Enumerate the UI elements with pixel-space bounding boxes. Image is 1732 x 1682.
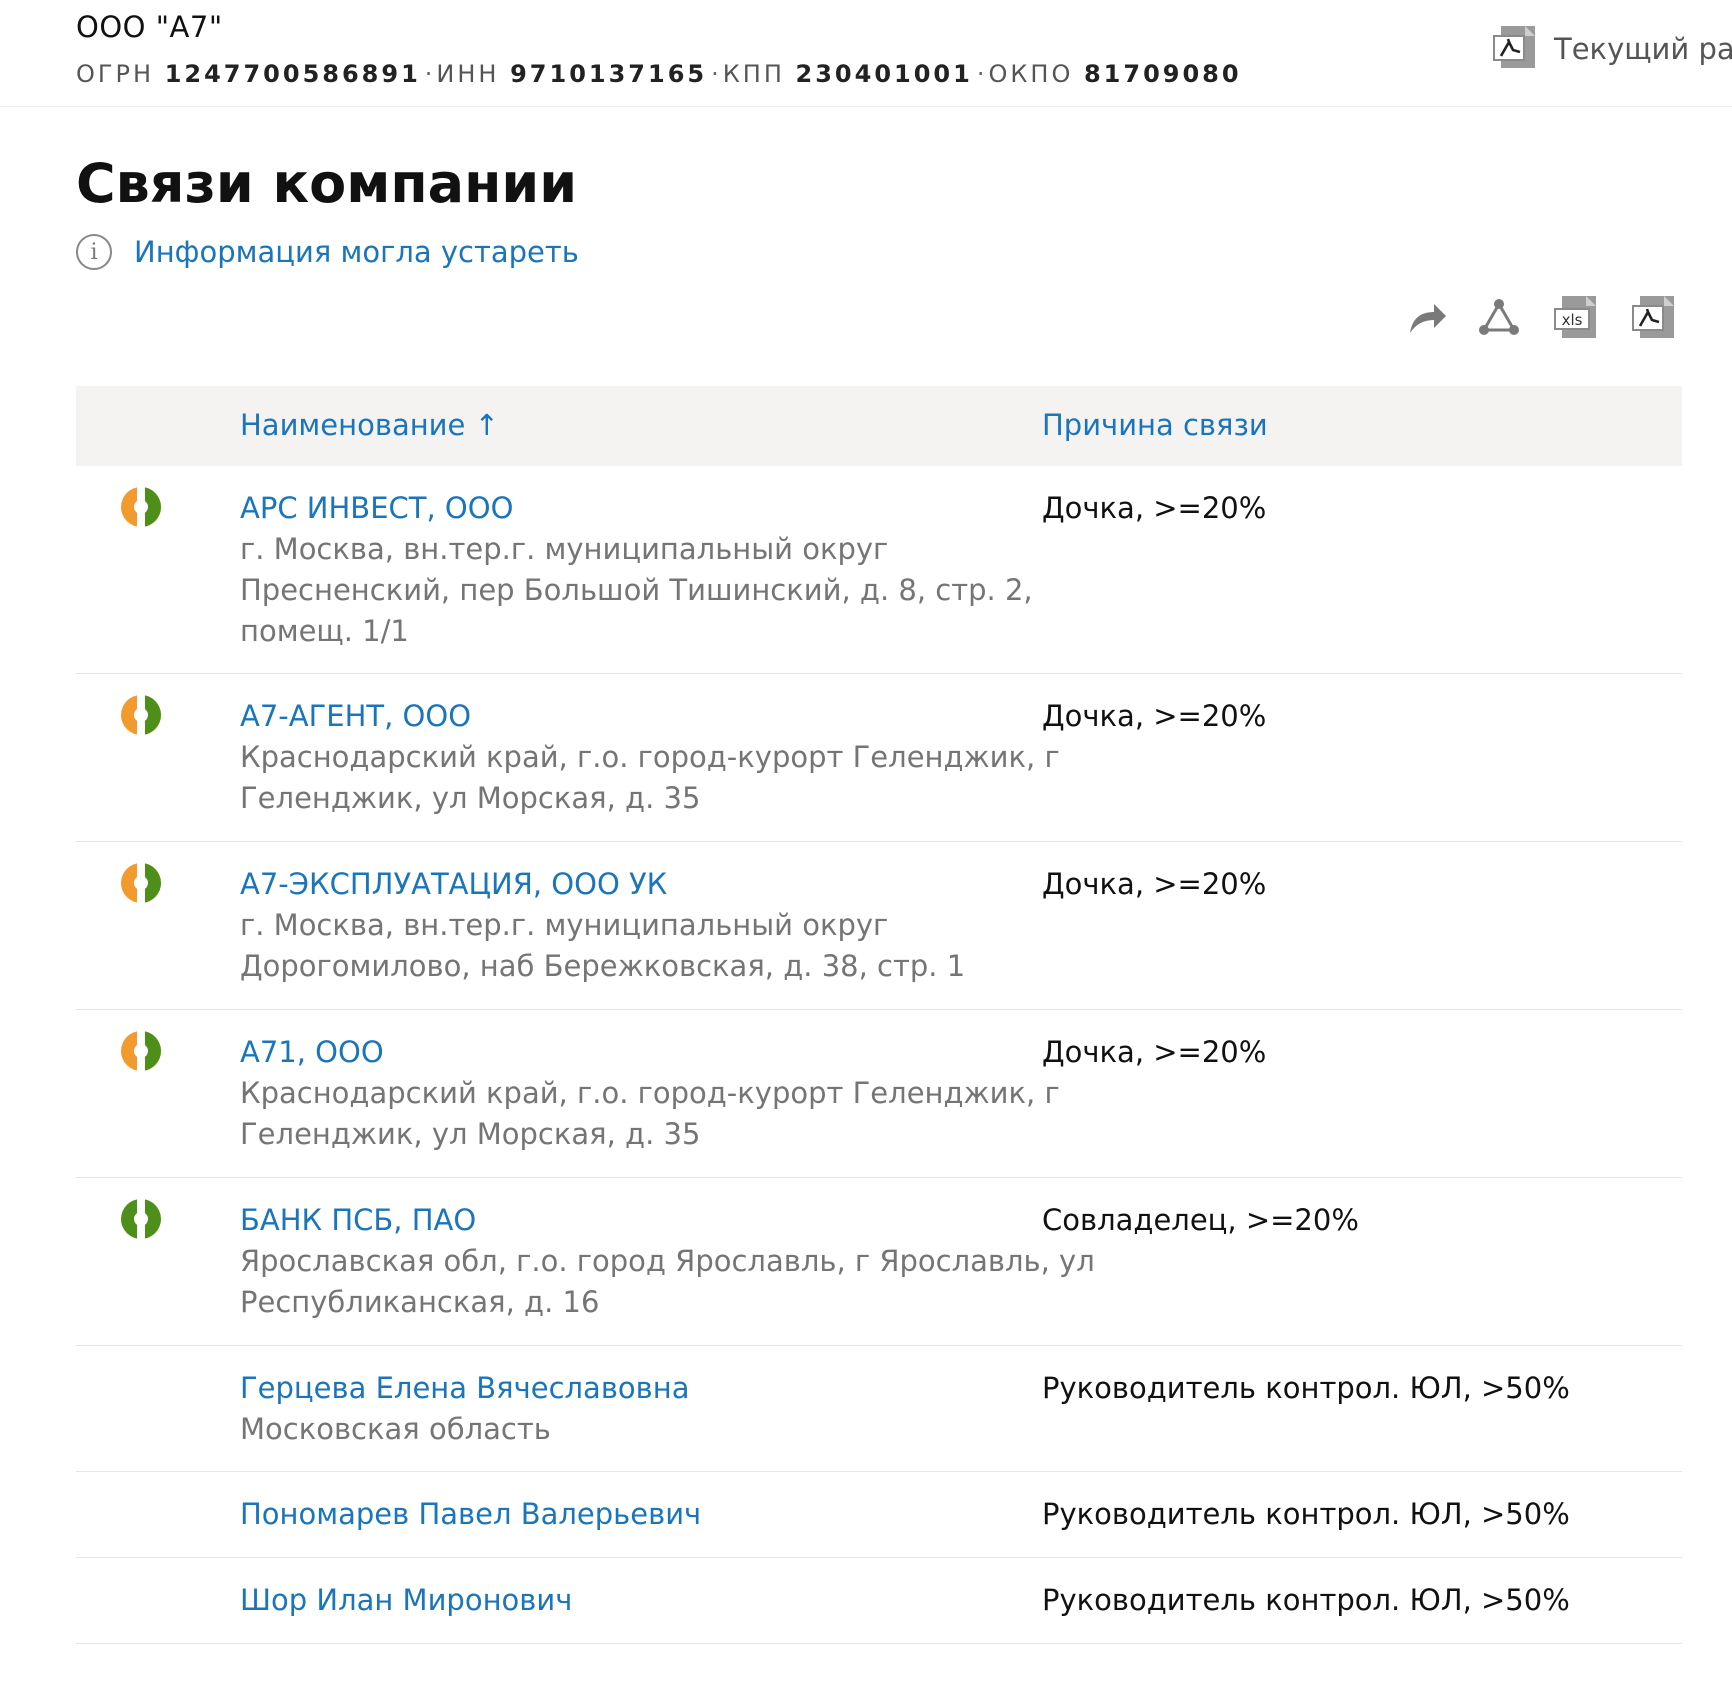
- okpo-label: ОКПО: [988, 60, 1074, 88]
- connection-reason: Совладелец, >=20%: [1042, 1203, 1359, 1237]
- separator-dot: ·: [711, 60, 719, 88]
- connection-reason: Руководитель контрол. ЮЛ, >50%: [1042, 1497, 1570, 1531]
- connection-reason: Дочка, >=20%: [1042, 867, 1267, 901]
- connection-row: АРС ИНВЕСТ, ООО г. Москва, вн.тер.г. мун…: [76, 466, 1682, 674]
- connection-row: БАНК ПСБ, ПАО Ярославская обл, г.о. горо…: [76, 1178, 1682, 1346]
- connection-name-link[interactable]: А71, ООО: [240, 1032, 1100, 1073]
- connection-address: Ярославская обл, г.о. город Ярославль, г…: [240, 1244, 1095, 1319]
- connections-list: АРС ИНВЕСТ, ООО г. Москва, вн.тер.г. мун…: [76, 466, 1682, 1644]
- connection-address: Краснодарский край, г.о. город-курорт Ге…: [240, 740, 1060, 815]
- connection-address: г. Москва, вн.тер.г. муниципальный округ…: [240, 532, 1033, 648]
- info-outdated-link[interactable]: Информация могла устареть: [134, 235, 579, 269]
- ogrn-value: 1247700586891: [164, 60, 421, 88]
- connection-name-link[interactable]: А7-ЭКСПЛУАТАЦИЯ, ООО УК: [240, 864, 1100, 905]
- connection-address: Краснодарский край, г.о. город-курорт Ге…: [240, 1076, 1060, 1151]
- info-note: i Информация могла устареть: [76, 234, 579, 270]
- connection-name-link[interactable]: Герцева Елена Вячеславовна: [240, 1368, 1100, 1409]
- subsidiary-status-icon: [120, 1030, 162, 1072]
- connection-name-link[interactable]: БАНК ПСБ, ПАО: [240, 1200, 1100, 1241]
- table-header: Наименование ↑ Причина связи: [76, 386, 1682, 466]
- company-name: ООО "А7": [76, 10, 223, 44]
- current-section-label: Текущий раз: [1554, 32, 1732, 66]
- coowner-status-icon: [120, 1198, 162, 1240]
- table-toolbar: xls: [1400, 290, 1682, 346]
- share-icon[interactable]: [1400, 290, 1454, 344]
- connection-reason: Дочка, >=20%: [1042, 699, 1267, 733]
- separator-dot: ·: [976, 60, 985, 88]
- pdf-export-icon[interactable]: [1628, 290, 1682, 344]
- column-name-sort[interactable]: Наименование ↑: [240, 408, 499, 442]
- kpp-value: 230401001: [795, 60, 973, 88]
- inn-value: 9710137165: [510, 60, 708, 88]
- connection-row: А7-ЭКСПЛУАТАЦИЯ, ООО УК г. Москва, вн.те…: [76, 842, 1682, 1010]
- okpo-value: 81709080: [1083, 60, 1242, 88]
- page-title: Связи компании: [76, 152, 578, 215]
- connection-reason: Дочка, >=20%: [1042, 491, 1267, 525]
- connection-row: Герцева Елена Вячеславовна Московская об…: [76, 1346, 1682, 1472]
- connection-name-link[interactable]: А7-АГЕНТ, ООО: [240, 696, 1100, 737]
- subsidiary-status-icon: [120, 862, 162, 904]
- connection-name-link[interactable]: Пономарев Павел Валерьевич: [240, 1494, 1100, 1535]
- subsidiary-status-icon: [120, 486, 162, 528]
- kpp-label: КПП: [722, 60, 785, 88]
- ogrn-label: ОГРН: [76, 60, 155, 88]
- company-header: ООО "А7" ОГРН 1247700586891 · ИНН 97101371…: [0, 0, 1732, 107]
- info-icon: i: [76, 234, 112, 270]
- subsidiary-status-icon: [120, 694, 162, 736]
- xls-text: xls: [1562, 311, 1583, 329]
- connection-row: А7-АГЕНТ, ООО Краснодарский край, г.о. г…: [76, 674, 1682, 842]
- connection-name-link[interactable]: АРС ИНВЕСТ, ООО: [240, 488, 1100, 529]
- graph-icon[interactable]: [1472, 290, 1526, 344]
- separator-dot: ·: [424, 60, 433, 88]
- inn-label: ИНН: [436, 60, 500, 88]
- pdf-icon: [1492, 23, 1540, 75]
- connection-row: Пономарев Павел Валерьевич Руководитель …: [76, 1472, 1682, 1558]
- connection-address: Московская область: [240, 1412, 551, 1446]
- connection-row: А71, ООО Краснодарский край, г.о. город-…: [76, 1010, 1682, 1178]
- current-section-export-button[interactable]: Текущий раз: [1492, 22, 1732, 76]
- xls-export-icon[interactable]: xls: [1550, 290, 1604, 344]
- connection-reason: Дочка, >=20%: [1042, 1035, 1267, 1069]
- connection-row: Шор Илан Миронович Руководитель контрол.…: [76, 1558, 1682, 1644]
- registry-line: ОГРН 1247700586891 · ИНН 9710137165 · КПП 23…: [76, 60, 1242, 88]
- connection-reason: Руководитель контрол. ЮЛ, >50%: [1042, 1583, 1570, 1617]
- connection-reason: Руководитель контрол. ЮЛ, >50%: [1042, 1371, 1570, 1405]
- connection-address: г. Москва, вн.тер.г. муниципальный округ…: [240, 908, 966, 983]
- column-reason-sort[interactable]: Причина связи: [1042, 408, 1268, 442]
- connection-name-link[interactable]: Шор Илан Миронович: [240, 1580, 1100, 1621]
